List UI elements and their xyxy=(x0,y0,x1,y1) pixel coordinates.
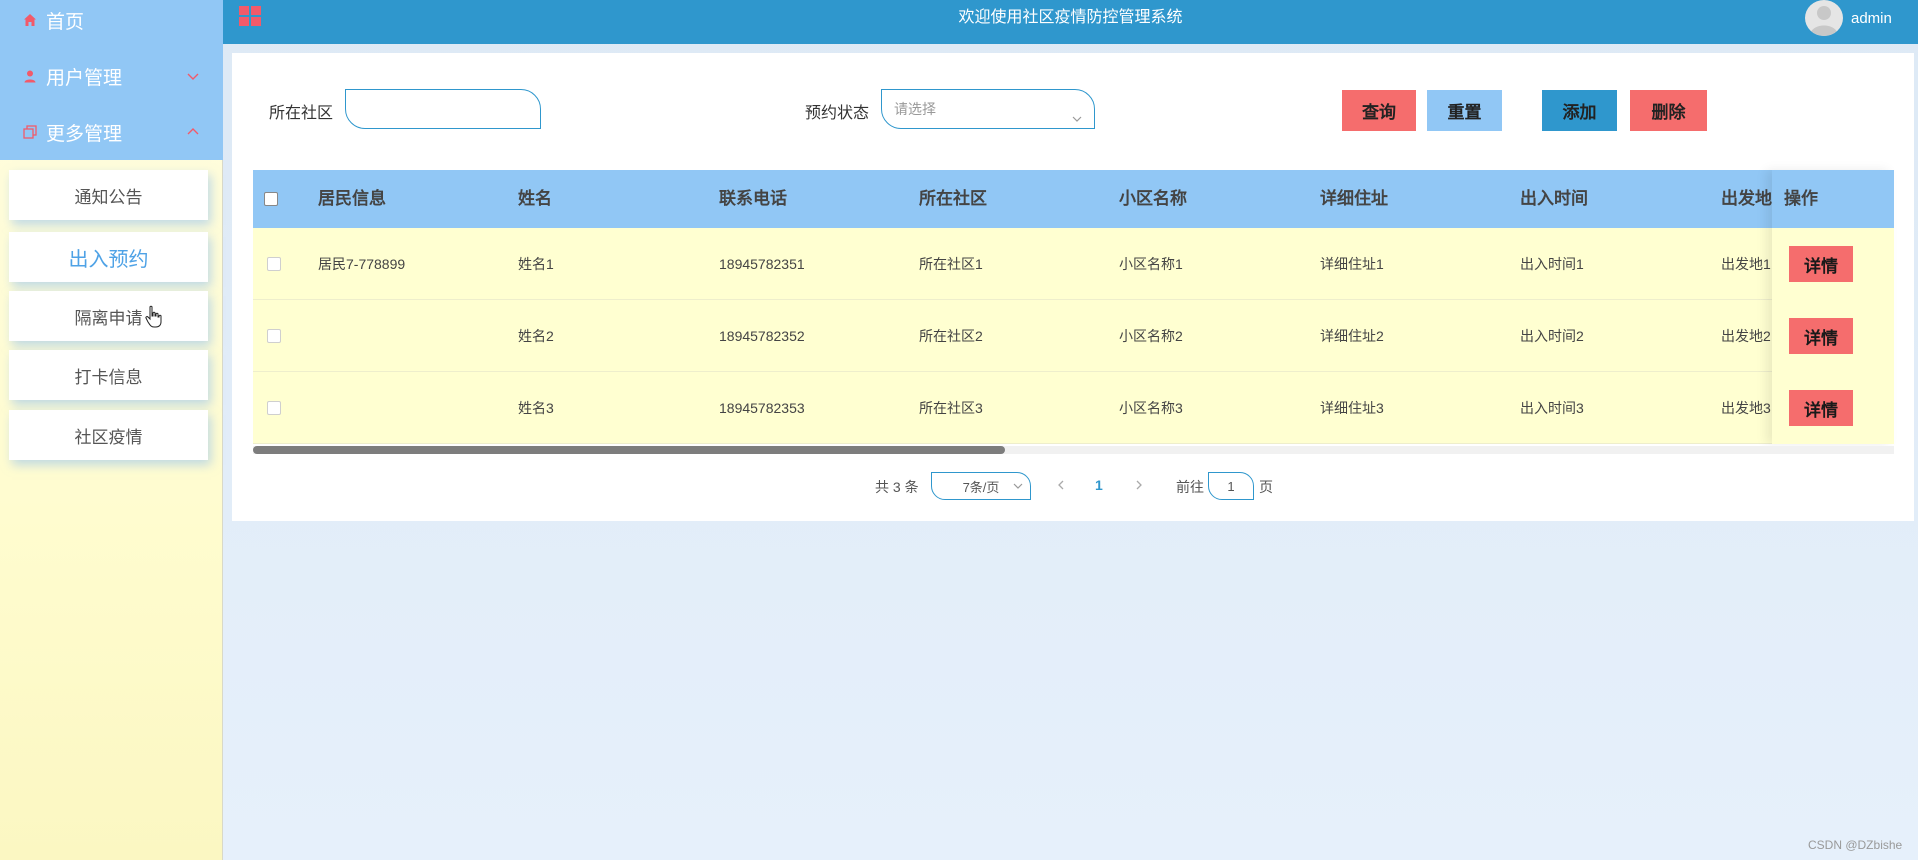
sidebar-subitem-label: 通知公告 xyxy=(74,187,143,207)
page-size-value: 7条/页 xyxy=(962,479,1000,495)
community-label: 所在社区 xyxy=(269,105,334,122)
column-header: 出入时间 xyxy=(1520,189,1588,208)
page-number[interactable]: 1 xyxy=(1095,477,1103,493)
action-cells: 详情 详情 详情 xyxy=(1772,228,1894,444)
table-row: 姓名2 18945782352 所在社区2 小区名称2 详细住址2 出入时间2 … xyxy=(253,300,1894,372)
sidebar-subitem-appointment[interactable]: 出入预约 xyxy=(9,232,208,282)
sidebar-subitem-checkin[interactable]: 打卡信息 xyxy=(9,350,208,400)
goto-page-value: 1 xyxy=(1227,478,1235,494)
sidebar-subitem-label: 隔离申请 xyxy=(74,308,143,328)
cell-origin: 出发地3 xyxy=(1721,400,1771,416)
cell-name: 姓名1 xyxy=(518,256,554,272)
row-checkbox[interactable] xyxy=(267,329,281,343)
chevron-up-icon xyxy=(185,124,201,140)
cell-estate: 小区名称1 xyxy=(1119,256,1183,272)
detail-button[interactable]: 详情 xyxy=(1789,318,1853,354)
sidebar-subitem-label: 打卡信息 xyxy=(74,367,143,387)
cell-phone: 18945782352 xyxy=(719,328,805,344)
sidebar-item-home[interactable]: 首页 xyxy=(0,0,223,48)
goto-label: 前往 xyxy=(1176,479,1204,495)
select-all-checkbox[interactable] xyxy=(264,192,278,206)
watermark: CSDN @DZbishe xyxy=(1808,838,1903,852)
page-title: 欢迎使用社区疫情防控管理系统 xyxy=(958,9,1183,26)
cell-origin: 出发地2 xyxy=(1721,328,1771,344)
cell-phone: 18945782353 xyxy=(719,400,805,416)
column-header: 居民信息 xyxy=(318,189,386,208)
sidebar-subitem-isolation[interactable]: 隔离申请 xyxy=(9,291,208,341)
cell-time: 出入时间1 xyxy=(1520,256,1584,272)
home-icon xyxy=(22,12,38,28)
cell-address: 详细住址2 xyxy=(1320,328,1384,344)
sidebar-subitem-label: 社区疫情 xyxy=(74,427,143,447)
action-column: 操作 详情 详情 详情 xyxy=(1772,170,1894,444)
status-placeholder: 请选择 xyxy=(894,101,936,117)
sidebar-item-label: 首页 xyxy=(46,11,85,33)
table-row: 居民7-778899 姓名1 18945782351 所在社区1 小区名称1 详… xyxy=(253,228,1894,300)
action-header: 操作 xyxy=(1772,170,1894,228)
column-header: 所在社区 xyxy=(919,189,987,208)
chevron-down-icon xyxy=(185,68,201,84)
page-suffix: 页 xyxy=(1259,479,1273,495)
chevron-down-icon xyxy=(1070,102,1084,140)
sidebar-item-label: 更多管理 xyxy=(46,123,123,145)
cell-address: 详细住址3 xyxy=(1320,400,1384,416)
top-bar: 欢迎使用社区疫情防控管理系统 admin xyxy=(223,0,1918,44)
user-icon xyxy=(22,68,38,84)
pointer-cursor-icon xyxy=(144,305,164,334)
add-button[interactable]: 添加 xyxy=(1542,90,1617,131)
cell-address: 详细住址1 xyxy=(1320,256,1384,272)
row-checkbox[interactable] xyxy=(267,401,281,415)
sidebar-subitem-notice[interactable]: 通知公告 xyxy=(9,170,208,220)
column-header: 小区名称 xyxy=(1119,189,1187,208)
detail-button[interactable]: 详情 xyxy=(1789,246,1853,282)
sidebar-subitem-epidemic[interactable]: 社区疫情 xyxy=(9,410,208,460)
chevron-down-icon xyxy=(1012,480,1024,495)
cell-origin: 出发地1 xyxy=(1721,256,1771,272)
cell-time: 出入时间2 xyxy=(1520,328,1584,344)
prev-page-icon[interactable] xyxy=(1055,478,1067,497)
horizontal-scrollbar-thumb[interactable] xyxy=(253,446,1005,454)
cell-resident: 居民7-778899 xyxy=(318,256,406,272)
sidebar-item-more[interactable]: 更多管理 xyxy=(0,104,223,160)
column-header: 操作 xyxy=(1784,189,1818,208)
page-size-select[interactable]: 7条/页 xyxy=(931,472,1031,500)
cell-community: 所在社区1 xyxy=(919,256,983,272)
cell-name: 姓名3 xyxy=(518,400,554,416)
pagination-total: 共 3 条 xyxy=(875,479,919,495)
detail-button[interactable]: 详情 xyxy=(1789,390,1853,426)
cell-estate: 小区名称3 xyxy=(1119,400,1183,416)
sidebar-subitem-label: 出入预约 xyxy=(68,248,149,271)
avatar-icon[interactable] xyxy=(1805,0,1843,36)
status-label: 预约状态 xyxy=(805,105,870,122)
cell-phone: 18945782351 xyxy=(719,256,805,272)
cell-community: 所在社区2 xyxy=(919,328,983,344)
column-header: 出发地 xyxy=(1721,189,1772,208)
column-header: 联系电话 xyxy=(719,189,787,208)
reset-button[interactable]: 重置 xyxy=(1427,90,1502,131)
table-header: 居民信息 姓名 联系电话 所在社区 小区名称 详细住址 出入时间 出发地 xyxy=(253,170,1894,228)
column-header: 详细住址 xyxy=(1320,189,1388,208)
table-row: 姓名3 18945782353 所在社区3 小区名称3 详细住址3 出入时间3 … xyxy=(253,372,1894,444)
copy-icon xyxy=(22,124,38,140)
username[interactable]: admin xyxy=(1851,10,1892,27)
goto-page-input[interactable]: 1 xyxy=(1208,472,1254,500)
cell-community: 所在社区3 xyxy=(919,400,983,416)
cell-name: 姓名2 xyxy=(518,328,554,344)
delete-button[interactable]: 删除 xyxy=(1630,90,1707,131)
sidebar-item-users[interactable]: 用户管理 xyxy=(0,48,223,104)
cell-time: 出入时间3 xyxy=(1520,400,1584,416)
next-page-icon[interactable] xyxy=(1133,478,1145,497)
query-button[interactable]: 查询 xyxy=(1342,90,1416,131)
status-select[interactable]: 请选择 xyxy=(881,89,1095,129)
column-header: 姓名 xyxy=(518,189,552,208)
community-input[interactable] xyxy=(345,89,541,129)
row-checkbox[interactable] xyxy=(267,257,281,271)
sidebar: 首页 用户管理 更多管理 通知公告 出入预约 隔离申请 打卡信息 社区疫情 xyxy=(0,0,223,860)
sidebar-item-label: 用户管理 xyxy=(46,67,123,89)
cell-estate: 小区名称2 xyxy=(1119,328,1183,344)
